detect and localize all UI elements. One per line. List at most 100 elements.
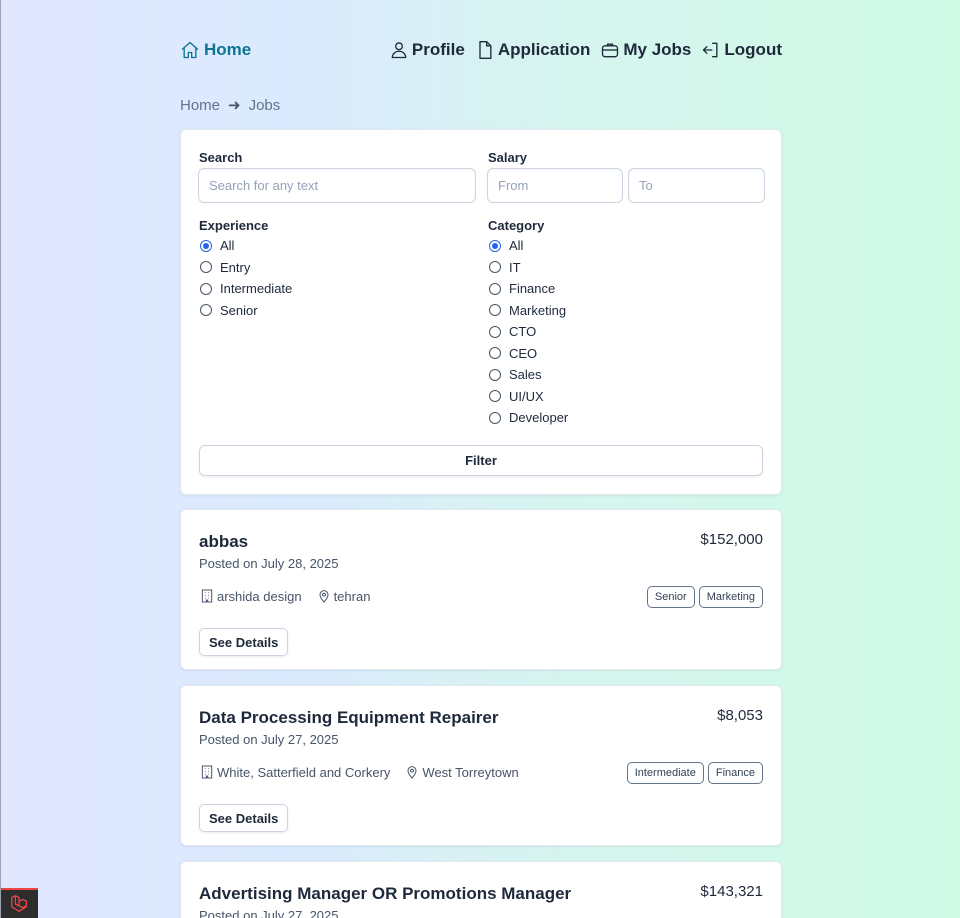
radio[interactable] — [200, 261, 212, 274]
category-option-label: IT — [509, 259, 521, 275]
category-option-cto[interactable]: CTO — [488, 321, 568, 343]
radio[interactable] — [489, 411, 501, 424]
nav-my-jobs-label: My Jobs — [623, 40, 692, 59]
job-posted-date: Posted on July 27, 2025 — [199, 732, 339, 747]
experience-option-label: Entry — [220, 259, 251, 275]
filter-panel: Search Salary Experience All Entry Inter… — [180, 129, 782, 495]
radio[interactable] — [489, 368, 501, 381]
category-option-label: CEO — [509, 345, 538, 361]
map-pin-icon — [407, 766, 417, 779]
category-option-developer[interactable]: Developer — [488, 407, 568, 429]
job-company: arshida design — [199, 588, 302, 604]
category-option-label: Finance — [509, 281, 556, 297]
filter-button[interactable]: Filter — [199, 445, 763, 476]
job-salary: $8,053 — [717, 707, 763, 724]
document-icon — [479, 41, 492, 59]
nav-application-label: Application — [497, 40, 591, 59]
category-option-uiux[interactable]: UI/UX — [488, 386, 568, 408]
radio[interactable] — [489, 304, 501, 317]
nav-application-link[interactable]: Application — [475, 40, 591, 60]
job-title[interactable]: Advertising Manager OR Promotions Manage… — [199, 884, 571, 904]
experience-option-entry[interactable]: Entry — [199, 257, 292, 279]
job-card: abbas $152,000 Posted on July 28, 2025 a… — [180, 509, 782, 670]
category-option-label: Marketing — [509, 302, 567, 318]
job-card: Data Processing Equipment Repairer $8,05… — [180, 685, 782, 846]
experience-option-label: Intermediate — [220, 281, 293, 297]
experience-option-all[interactable]: All — [199, 235, 292, 257]
category-option-ceo[interactable]: CEO — [488, 343, 568, 365]
experience-radio-group: All Entry Intermediate Senior — [199, 235, 292, 321]
radio[interactable] — [489, 347, 501, 360]
job-tag-category: Finance — [707, 762, 763, 784]
job-location-name: West Torreytown — [422, 764, 519, 780]
job-meta: arshida design tehran — [199, 588, 384, 604]
nav-logout-link[interactable]: Logout — [701, 40, 782, 60]
category-option-label: UI/UX — [509, 388, 544, 404]
radio[interactable] — [489, 325, 501, 338]
job-tags: Intermediate Finance — [626, 762, 763, 784]
job-tag-experience: Senior — [646, 586, 695, 608]
job-salary: $143,321 — [700, 883, 763, 900]
job-salary: $152,000 — [700, 531, 763, 548]
map-pin-icon — [319, 590, 329, 603]
logout-icon — [703, 42, 718, 58]
radio-checked[interactable] — [489, 239, 501, 252]
category-option-label: All — [509, 238, 524, 254]
experience-option-label: Senior — [220, 302, 258, 318]
radio-checked[interactable] — [200, 239, 212, 252]
nav-profile-link[interactable]: Profile — [389, 40, 465, 60]
user-icon — [391, 42, 407, 59]
see-details-button[interactable]: See Details — [199, 628, 289, 656]
job-tags: Senior Marketing — [646, 586, 763, 608]
briefcase-icon — [602, 43, 619, 58]
category-option-label: Sales — [509, 367, 542, 383]
building-icon — [201, 589, 213, 603]
salary-label: Salary — [488, 150, 528, 165]
job-location-name: tehran — [333, 588, 371, 604]
job-company-name: White, Satterfield and Corkery — [217, 764, 391, 780]
nav-logout-label: Logout — [724, 40, 782, 59]
category-option-sales[interactable]: Sales — [488, 364, 568, 386]
category-option-finance[interactable]: Finance — [488, 278, 568, 300]
job-title[interactable]: Data Processing Equipment Repairer — [199, 708, 498, 728]
see-details-button[interactable]: See Details — [199, 804, 289, 832]
job-company-name: arshida design — [217, 588, 302, 604]
job-company: White, Satterfield and Corkery — [199, 764, 390, 780]
job-posted-date: Posted on July 27, 2025 — [199, 908, 339, 918]
radio[interactable] — [489, 282, 501, 295]
job-location: tehran — [316, 588, 371, 604]
category-option-label: Developer — [509, 410, 569, 426]
breadcrumb: Home ➜ Jobs — [180, 96, 281, 115]
nav-home-link[interactable]: Home — [180, 40, 251, 60]
category-option-it[interactable]: IT — [488, 257, 568, 279]
laravel-logo-icon — [10, 895, 27, 912]
salary-from-input[interactable] — [487, 168, 623, 203]
category-option-all[interactable]: All — [488, 235, 568, 257]
category-option-label: CTO — [509, 324, 537, 340]
category-label: Category — [488, 218, 545, 233]
debugbar-toggle[interactable] — [1, 888, 38, 918]
job-title[interactable]: abbas — [199, 532, 248, 552]
experience-option-senior[interactable]: Senior — [199, 300, 292, 322]
home-icon — [181, 41, 199, 59]
radio[interactable] — [489, 261, 501, 274]
radio[interactable] — [200, 304, 212, 317]
breadcrumb-home[interactable]: Home — [180, 97, 220, 114]
category-option-marketing[interactable]: Marketing — [488, 300, 568, 322]
breadcrumb-current: Jobs — [248, 96, 281, 114]
search-label: Search — [199, 150, 243, 165]
experience-option-intermediate[interactable]: Intermediate — [199, 278, 292, 300]
search-input[interactable] — [198, 168, 476, 203]
radio[interactable] — [200, 282, 212, 295]
top-nav: Home Profile Application My Jobs Logout — [180, 36, 782, 66]
job-location: West Torreytown — [404, 764, 519, 780]
experience-option-label: All — [220, 238, 235, 254]
nav-home-label: Home — [204, 40, 252, 59]
salary-to-input[interactable] — [628, 168, 765, 203]
building-icon — [201, 765, 213, 779]
category-radio-group: All IT Finance Marketing CTO CEO Sales U… — [488, 235, 568, 429]
nav-my-jobs-link[interactable]: My Jobs — [600, 40, 691, 60]
job-meta: White, Satterfield and Corkery West Torr… — [199, 764, 533, 780]
nav-right-group: Profile Application My Jobs Logout — [389, 40, 782, 60]
radio[interactable] — [489, 390, 501, 403]
